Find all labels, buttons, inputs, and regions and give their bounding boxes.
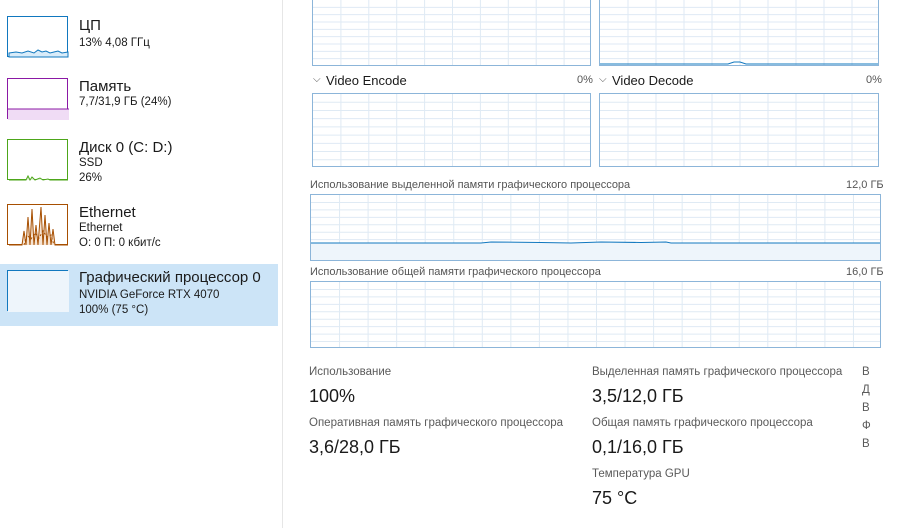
truncated-info-3: Ф	[862, 420, 871, 432]
dedicated-memory-max: 12,0 ГБ	[846, 179, 884, 191]
graph-grid	[313, 94, 590, 166]
sidebar-item-detail: 100% (75 °C)	[79, 304, 149, 316]
video-encode-percent: 0%	[577, 74, 593, 86]
shared-memory-value: 0,1/16,0 ГБ	[592, 437, 684, 457]
video-decode-graph	[599, 93, 879, 167]
usage-value: 100%	[309, 386, 356, 406]
memory-thumbnail-graph	[7, 78, 69, 120]
cpu-thumbnail-graph	[7, 16, 69, 58]
sidebar-item-title: Ethernet	[79, 204, 136, 221]
sidebar-item-detail: О: 0 П: 0 кбит/с	[79, 237, 161, 249]
gpu-thumbnail-graph	[7, 270, 69, 312]
sidebar-item-detail: NVIDIA GeForce RTX 4070	[79, 289, 220, 301]
sidebar-item-disk[interactable]: Диск 0 (C: D:) SSD 26%	[0, 131, 278, 193]
dedicated-memory-graph	[310, 194, 881, 261]
usage-label: Использование	[309, 366, 392, 378]
sidebar-item-title: Память	[79, 78, 132, 95]
chevron-down-icon[interactable]: ⌵	[599, 74, 607, 85]
sidebar-item-title: Диск 0 (C: D:)	[79, 139, 173, 156]
chevron-down-icon[interactable]: ⌵	[313, 74, 321, 85]
video-encode-graph	[312, 93, 591, 167]
shared-memory-label: Общая память графического процессора	[592, 417, 813, 429]
video-encode-label: Video Encode	[326, 73, 407, 88]
truncated-info-1: Д	[862, 384, 870, 396]
resource-sidebar: ЦП 13% 4,08 ГГц Память 7,7/31,9 ГБ (24%)…	[0, 0, 282, 528]
engine-graph-top-left	[312, 0, 591, 66]
video-decode-label: Video Decode	[612, 73, 694, 88]
sidebar-item-title: Графический процессор 0	[79, 269, 261, 286]
sidebar-item-ethernet[interactable]: Ethernet Ethernet О: 0 П: 0 кбит/с	[0, 196, 278, 258]
gpu-ram-label: Оперативная память графического процессо…	[309, 417, 564, 429]
truncated-info-4: В	[862, 438, 870, 450]
gpu-temperature-label: Температура GPU	[592, 468, 690, 480]
sidebar-item-detail: SSD	[79, 157, 103, 169]
ethernet-thumbnail-graph	[7, 204, 68, 246]
disk-thumbnail-graph	[7, 139, 68, 181]
shared-memory-max: 16,0 ГБ	[846, 266, 884, 278]
shared-memory-graph-label: Использование общей памяти графического …	[310, 266, 601, 278]
sidebar-item-cpu[interactable]: ЦП 13% 4,08 ГГц	[0, 8, 278, 70]
shared-memory-graph	[310, 281, 881, 348]
engine-graph-top-right	[599, 0, 879, 66]
video-decode-percent: 0%	[866, 74, 882, 86]
dedicated-memory-value: 3,5/12,0 ГБ	[592, 386, 684, 406]
graph-grid	[313, 0, 590, 65]
graph-grid	[311, 282, 880, 347]
gpu-ram-value: 3,6/28,0 ГБ	[309, 437, 401, 457]
sidebar-item-detail: 7,7/31,9 ГБ (24%)	[79, 96, 172, 108]
sidebar-item-memory[interactable]: Память 7,7/31,9 ГБ (24%)	[0, 70, 278, 132]
truncated-info-0: В	[862, 366, 870, 378]
sidebar-item-detail: Ethernet	[79, 222, 123, 234]
truncated-info-2: В	[862, 402, 870, 414]
dedicated-memory-graph-label: Использование выделенной памяти графичес…	[310, 179, 631, 191]
gpu-temperature-value: 75 °C	[592, 488, 638, 508]
sidebar-item-gpu[interactable]: Графический процессор 0 NVIDIA GeForce R…	[0, 264, 278, 326]
panel-divider	[282, 0, 283, 528]
sidebar-item-title: ЦП	[79, 17, 101, 34]
sidebar-item-detail: 26%	[79, 172, 103, 184]
dedicated-memory-label: Выделенная память графического процессор…	[592, 366, 843, 378]
graph-grid	[600, 94, 878, 166]
sidebar-item-detail: 13% 4,08 ГГц	[79, 37, 150, 49]
